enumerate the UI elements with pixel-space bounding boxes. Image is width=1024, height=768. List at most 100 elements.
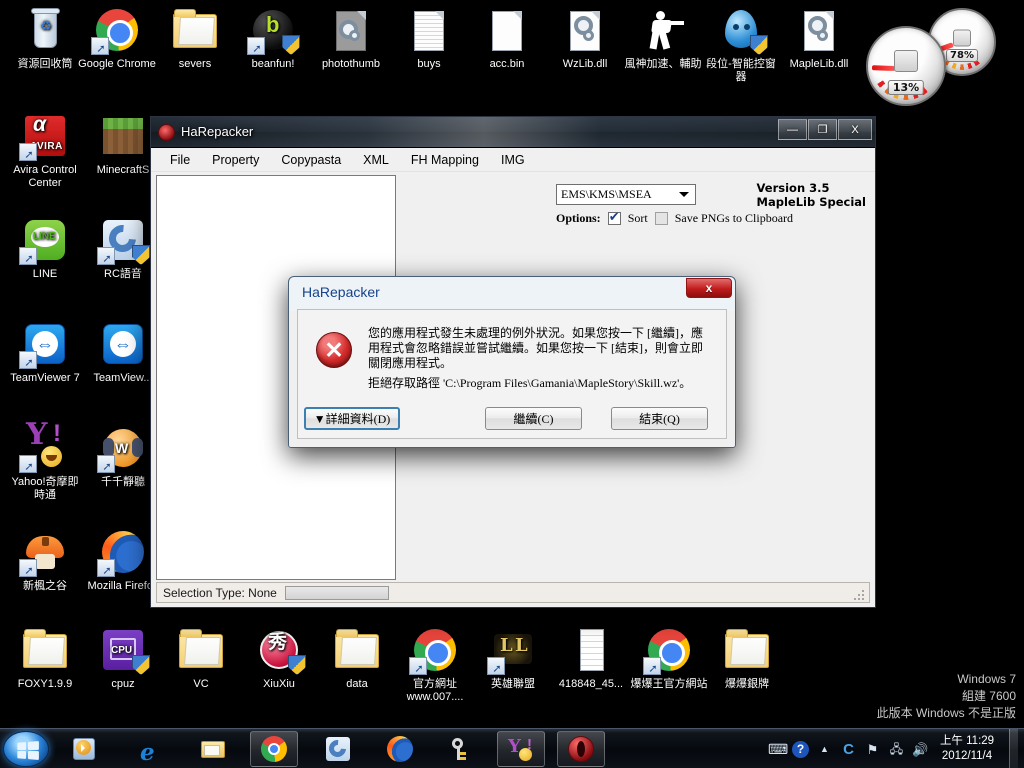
system-tray[interactable]: ⌨ ? ▲ C ⚑ 🖧 🔊 上午 11:29 2012/11/4 (768, 729, 1024, 768)
desktop-icon-google-chrome[interactable]: Google Chrome (78, 6, 156, 71)
desktop-icon-vc[interactable]: VC (162, 626, 240, 691)
taskbar-harepacker[interactable] (557, 731, 605, 767)
harepacker-menu-bar[interactable]: File Property Copypasta XML FH Mapping I… (151, 148, 875, 172)
sort-checkbox[interactable] (607, 209, 621, 225)
options-row: Options: Sort Save PNGs to Clipboard (556, 209, 794, 226)
desktop-icon-label: beanfun! (251, 58, 295, 70)
taskbar-clock[interactable]: 上午 11:29 2012/11/4 (936, 734, 998, 764)
desktop-icon-image-418848[interactable]: 418848_45... (552, 626, 630, 691)
internet-explorer-icon: e (140, 739, 155, 766)
desktop-icon-xiuxiu[interactable]: 秀 XiuXiu (240, 626, 318, 691)
selection-type-label: Selection Type: None (163, 585, 277, 600)
desktop-icon-acc-bin[interactable]: acc.bin (468, 6, 546, 71)
xiuxiu-icon: 秀 (255, 626, 306, 675)
taskbar-rc-voice[interactable] (318, 732, 358, 766)
desktop-icon-data[interactable]: data (318, 626, 396, 691)
action-center-flag-icon[interactable]: ⚑ (864, 741, 881, 758)
desktop-icon-recycle-bin[interactable]: ♻ 資源回收筒 (6, 6, 84, 71)
desktop-icon-maplestory[interactable]: 新楓之谷 (6, 528, 84, 593)
desktop-icon-duanwei[interactable]: 段位-智能控窗器 (702, 6, 780, 84)
wz-version-dropdown[interactable]: EMS\KMS\MSEA (556, 184, 696, 205)
desktop-icon-severs[interactable]: severs (156, 6, 234, 71)
desktop-icon-label: LINE (32, 268, 58, 280)
taskbar-windows-media-player[interactable] (64, 732, 104, 766)
desktop-icon-label: 英雄聯盟 (491, 678, 535, 690)
desktop-icon-wzlib-dll[interactable]: WzLib.dll (546, 6, 624, 71)
desktop-icon-label: TeamViewer 7 (10, 372, 80, 384)
desktop-icon-cpuz[interactable]: CPU cpuz (84, 626, 162, 691)
desktop-icon-photothumb[interactable]: photothumb (312, 6, 390, 71)
window-controls[interactable]: — ❐ X (778, 119, 872, 140)
quit-button[interactable]: 結束(Q) (611, 407, 708, 430)
memory-chip-icon (953, 29, 971, 47)
harepacker-title-bar[interactable]: HaRepacker — ❐ X (151, 117, 875, 148)
watermark-line-2: 組建 7600 (961, 689, 1016, 703)
desktop-icon-fengshen[interactable]: 風神加速、輔助 (624, 6, 702, 71)
folder-icon (200, 736, 226, 762)
dialog-close-button[interactable]: x (686, 278, 732, 298)
show-hidden-icons-icon[interactable]: ▲ (816, 741, 833, 758)
taskbar-yahoo-messenger[interactable]: Y ! (497, 731, 545, 767)
menu-item-copypasta[interactable]: Copypasta (270, 150, 352, 170)
desktop-icon-league-of-legends[interactable]: L L 英雄聯盟 (474, 626, 552, 691)
resize-grip[interactable] (854, 588, 866, 600)
taskbar[interactable]: e Y ! ⌨ ? ▲ C ⚑ 🖧 🔊 上午 11:29 2012/11/4 (0, 728, 1024, 768)
show-desktop-button[interactable] (1009, 729, 1018, 768)
error-icon (316, 332, 352, 368)
desktop-icon-avira-control-center[interactable]: α AVIRA Avira Control Center (6, 112, 84, 190)
dll-file-icon (795, 6, 843, 54)
desktop-icon-teamviewer-7[interactable]: TeamViewer 7 (6, 320, 84, 385)
save-pngs-label: Save PNGs to Clipboard (674, 211, 794, 225)
desktop-icon-label: Google Chrome (78, 58, 156, 70)
menu-item-xml[interactable]: XML (352, 150, 400, 170)
desktop-icon-yahoo-messenger[interactable]: Y ! Yahoo!奇摩即時通 (6, 420, 84, 502)
desktop-icon-line[interactable]: LINE LINE (6, 216, 84, 281)
dialog-title-bar[interactable]: HaRepacker x (289, 277, 735, 309)
desktop-icon-foxy[interactable]: FOXY1.9.9 (6, 626, 84, 691)
chevron-down-icon[interactable] (679, 192, 689, 197)
error-dialog[interactable]: HaRepacker x 您的應用程式發生未處理的例外狀況。如果您按一下 [繼續… (288, 276, 736, 448)
keyboard-layout-icon[interactable]: ⌨ (768, 741, 788, 758)
desktop[interactable]: ♻ 資源回收筒 Google Chrome severs b beanfun! … (0, 0, 1024, 768)
taskbar-keys-utility[interactable] (440, 732, 480, 766)
details-button[interactable]: ▼詳細資料(D) (304, 407, 400, 430)
version-line-2: MapleLib Special (756, 195, 866, 209)
continue-button[interactable]: 繼續(C) (485, 407, 582, 430)
menu-item-img[interactable]: IMG (490, 150, 536, 170)
google-chrome-icon (643, 626, 693, 677)
desktop-icon-bnb-official[interactable]: 爆爆王官方網站 (630, 626, 708, 691)
image-file-icon (567, 626, 615, 674)
taskbar-windows-explorer[interactable] (193, 732, 233, 766)
counter-strike-icon (639, 6, 687, 54)
close-button[interactable]: X (838, 119, 872, 140)
maximize-button[interactable]: ❐ (808, 119, 837, 140)
desktop-icon-maplelib-dll[interactable]: MapleLib.dll (780, 6, 858, 71)
cpu-meter-gadget[interactable]: 78% 13% (866, 8, 1018, 106)
desktop-icon-label: severs (178, 58, 212, 70)
menu-item-property[interactable]: Property (201, 150, 270, 170)
desktop-icon-buys[interactable]: buys (390, 6, 468, 71)
menu-item-file[interactable]: File (159, 150, 201, 170)
windows-logo-icon (17, 741, 39, 760)
title-bar-glass (151, 117, 875, 147)
rc-voice-tray-icon[interactable]: C (840, 741, 857, 758)
folder-icon (21, 626, 69, 674)
desktop-icon-beanfun[interactable]: b beanfun! (234, 6, 312, 71)
taskbar-mozilla-firefox[interactable] (380, 732, 420, 766)
cpu-meter[interactable]: 13% (866, 26, 946, 106)
volume-icon[interactable]: 🔊 (912, 741, 929, 758)
cpu-chip-icon (894, 50, 918, 73)
desktop-icon-label: 官方網址 www.007.... (406, 678, 464, 703)
desktop-icon-official-site[interactable]: 官方網址 www.007.... (396, 626, 474, 704)
taskbar-internet-explorer[interactable]: e (130, 732, 170, 766)
desktop-icon-bnb-silver[interactable]: 爆爆銀牌 (708, 626, 786, 691)
help-icon[interactable]: ? (792, 740, 809, 758)
menu-item-fh-mapping[interactable]: FH Mapping (400, 150, 490, 170)
desktop-icon-label: buys (417, 58, 441, 70)
start-button[interactable] (3, 731, 49, 767)
minimize-button[interactable]: — (778, 119, 807, 140)
taskbar-google-chrome[interactable] (250, 731, 298, 767)
save-pngs-checkbox[interactable] (654, 212, 668, 225)
firefox-icon (97, 528, 147, 579)
network-icon[interactable]: 🖧 (888, 741, 905, 758)
